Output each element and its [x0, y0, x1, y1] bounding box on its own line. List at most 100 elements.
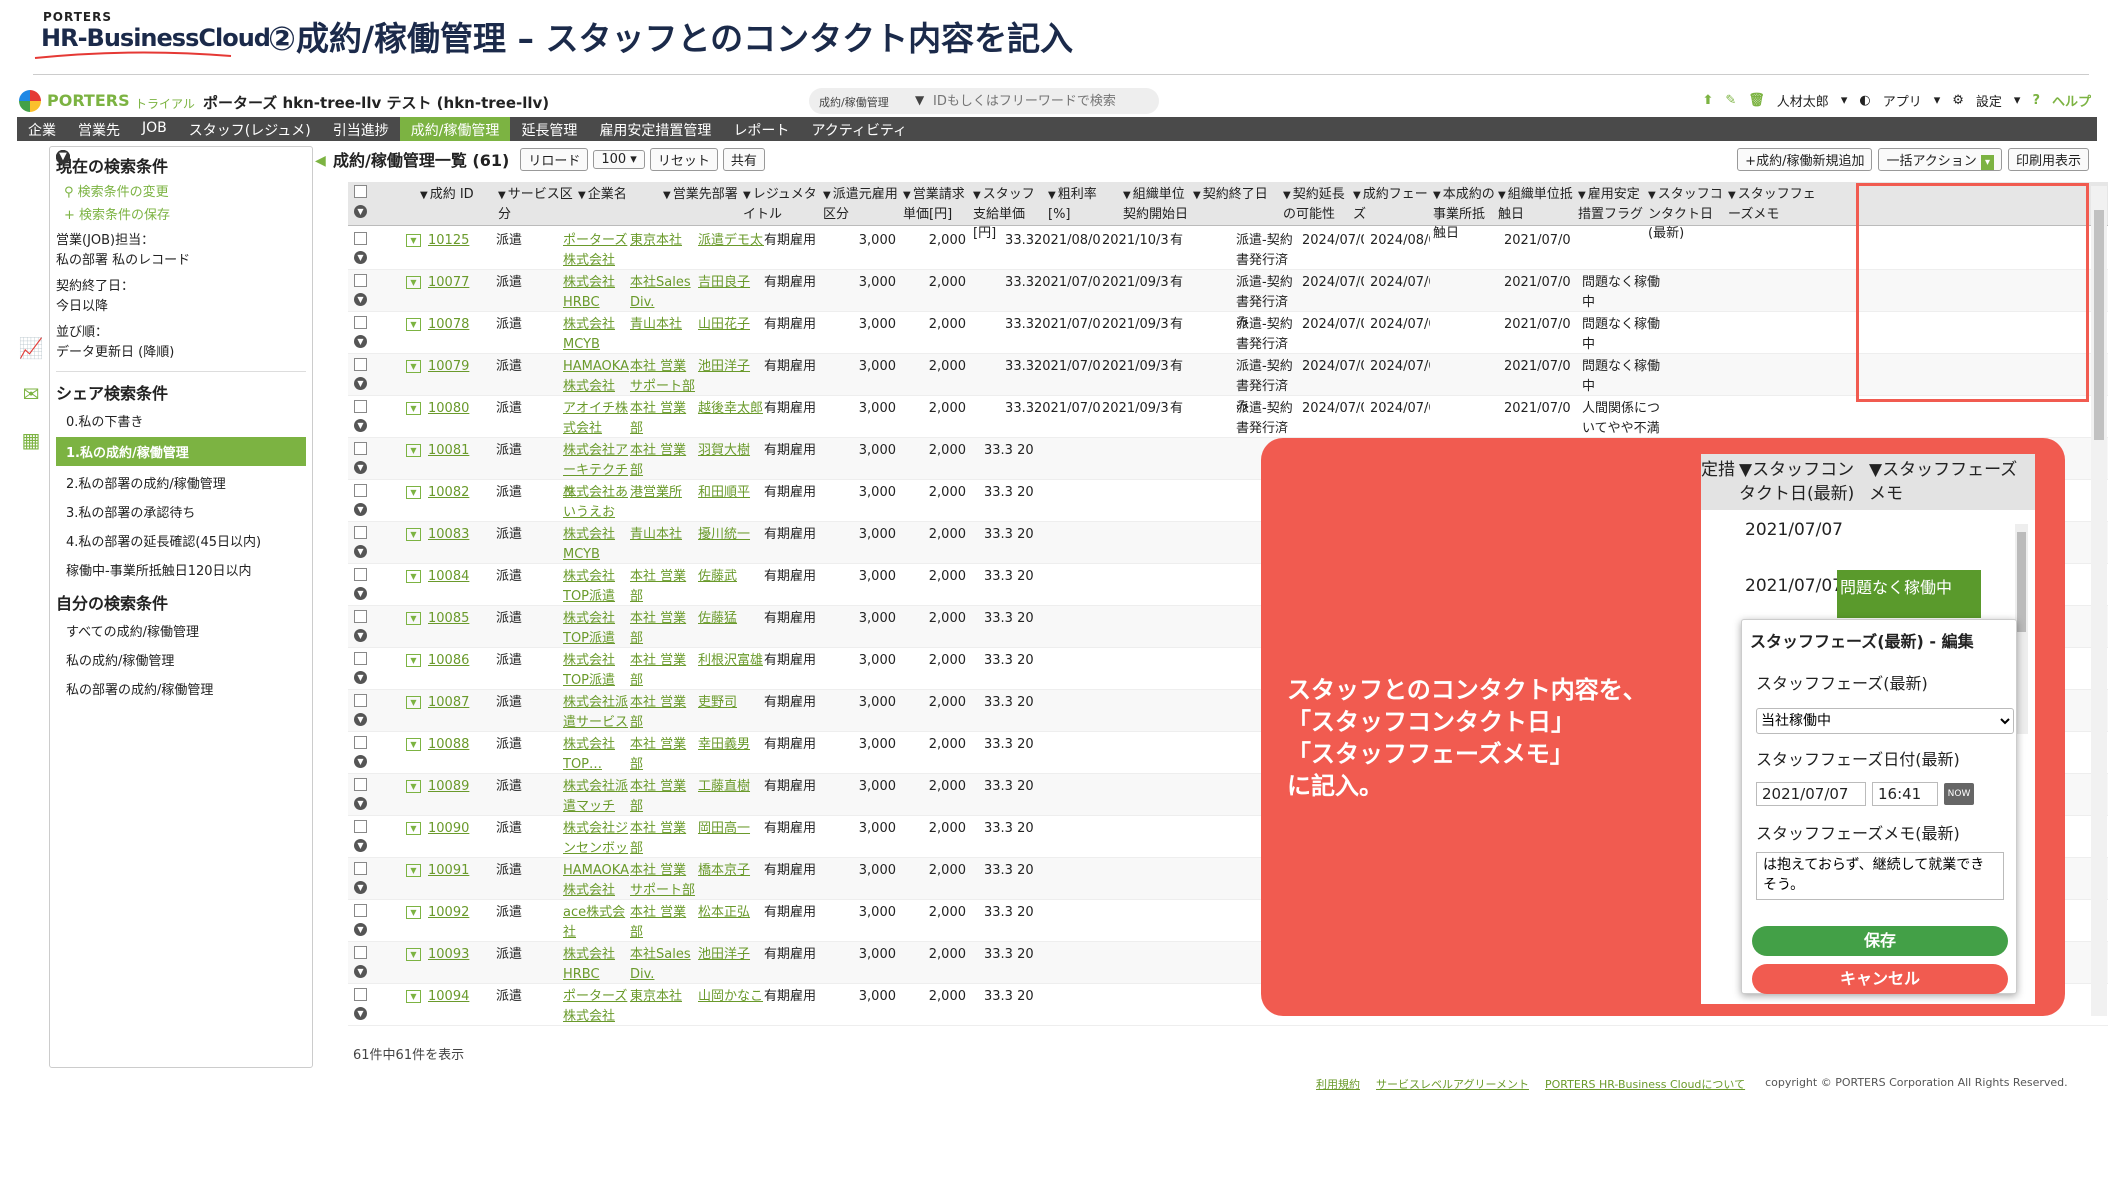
- column-header[interactable]: サービス区分: [498, 185, 576, 224]
- row-menu-icon[interactable]: ▼: [406, 780, 421, 793]
- contract-id-link[interactable]: 10085: [428, 609, 488, 628]
- chart-icon[interactable]: 📈: [17, 325, 45, 371]
- saved-search-item[interactable]: 3.私の部署の承認待ち: [50, 497, 312, 526]
- row-menu-icon[interactable]: ▼: [406, 906, 421, 919]
- contract-id-link[interactable]: 10080: [428, 399, 488, 418]
- column-header[interactable]: 営業請求単価[円]: [903, 185, 971, 224]
- column-header[interactable]: スタッフフェーズメモ: [1728, 185, 1818, 224]
- table-row[interactable]: ▼ ▼ 10077 派遣 株式会社HRBC 本社Sales Div. 吉田良子 有期雇用 3,0…: [348, 270, 2108, 330]
- department-link[interactable]: 本社 営業部: [630, 609, 696, 649]
- saved-search-item[interactable]: 2.私の部署の成約/稼働管理: [50, 468, 312, 497]
- company-link[interactable]: ポーターズ株式会社: [563, 231, 629, 271]
- contract-id-link[interactable]: 10088: [428, 735, 488, 754]
- row-menu-icon[interactable]: ▼: [406, 822, 421, 835]
- resume-link[interactable]: 橋本京子: [698, 861, 764, 880]
- save-button[interactable]: 保存: [1752, 926, 2008, 956]
- row-expand-icon[interactable]: ▼: [354, 335, 367, 348]
- row-expand-icon[interactable]: ▼: [354, 839, 367, 852]
- nav-activity[interactable]: アクティビティ: [800, 117, 918, 141]
- per-page-select[interactable]: 100 ▾: [593, 149, 645, 169]
- mail-icon[interactable]: ✉: [17, 371, 45, 417]
- row-menu-icon[interactable]: ▼: [406, 948, 421, 961]
- row-expand-icon[interactable]: ▼: [354, 713, 367, 726]
- column-header[interactable]: 企業名: [578, 185, 660, 205]
- settings-menu[interactable]: 設定: [1976, 91, 2002, 110]
- contract-id-link[interactable]: 10093: [428, 945, 488, 964]
- terms-link[interactable]: 利用規約: [1316, 1076, 1360, 1092]
- search-input[interactable]: [933, 91, 1143, 111]
- apps-icon[interactable]: ◐: [1859, 93, 1870, 108]
- department-link[interactable]: 本社 営業サポート部: [630, 357, 696, 397]
- save-conditions-link[interactable]: + 検索条件の保存: [50, 202, 312, 225]
- row-expand-icon[interactable]: ▼: [354, 881, 367, 894]
- add-contract-button[interactable]: +成約/稼働新規追加: [1737, 148, 1873, 171]
- search-category[interactable]: 成約/稼働管理: [819, 94, 889, 110]
- contract-id-link[interactable]: 10084: [428, 567, 488, 586]
- company-link[interactable]: 株式会社TOP…: [563, 735, 629, 775]
- row-checkbox[interactable]: [354, 736, 367, 749]
- resume-link[interactable]: 擾川統一: [698, 525, 764, 544]
- resume-link[interactable]: 山田花子: [698, 315, 764, 334]
- reset-button[interactable]: リセット: [649, 147, 718, 171]
- company-link[interactable]: アオイチ株式会社: [563, 399, 629, 439]
- column-header[interactable]: 契約終了日: [1193, 185, 1281, 205]
- resume-link[interactable]: 池田洋子: [698, 357, 764, 376]
- row-menu-icon[interactable]: ▼: [406, 990, 421, 1003]
- row-checkbox[interactable]: [354, 442, 367, 455]
- row-checkbox[interactable]: [354, 400, 367, 413]
- row-menu-icon[interactable]: ▼: [406, 402, 421, 415]
- resume-link[interactable]: 越後幸太郎: [698, 399, 764, 418]
- row-menu-icon[interactable]: ▼: [406, 360, 421, 373]
- contract-id-link[interactable]: 10094: [428, 987, 488, 1006]
- header-menu-icon[interactable]: ▼: [354, 205, 367, 218]
- own-search-item[interactable]: 私の成約/稼働管理: [50, 645, 312, 674]
- company-link[interactable]: 株式会社派遣サービス: [563, 693, 629, 733]
- department-link[interactable]: 本社 営業部: [630, 567, 696, 607]
- column-header[interactable]: 組織単位契約開始日: [1123, 185, 1191, 224]
- department-link[interactable]: 本社 営業部: [630, 399, 696, 439]
- phase-select[interactable]: 当社稼働中: [1756, 708, 2014, 734]
- row-menu-icon[interactable]: ▼: [406, 696, 421, 709]
- nav-progress[interactable]: 引当進捗: [322, 117, 400, 141]
- table-row[interactable]: ▼ ▼ 10080 派遣 アオイチ株式会社 本社 営業部 越後幸太郎 有期雇用 3,000 2,0…: [348, 396, 2108, 456]
- app-logo-text[interactable]: PORTERS: [47, 91, 130, 110]
- phase-time-input[interactable]: 16:41: [1872, 782, 1938, 806]
- company-link[interactable]: 株式会社MCYB: [563, 315, 629, 355]
- saved-search-item[interactable]: 稼働中-事業所抵触日120日以内: [50, 555, 312, 584]
- row-checkbox[interactable]: [354, 274, 367, 287]
- department-link[interactable]: 本社 営業部: [630, 903, 696, 943]
- row-menu-icon[interactable]: ▼: [406, 486, 421, 499]
- porters-logo-icon[interactable]: [19, 90, 41, 112]
- user-menu[interactable]: 人材太郎: [1777, 91, 1829, 110]
- row-menu-icon[interactable]: ▼: [406, 318, 421, 331]
- vertical-scrollbar[interactable]: [2091, 186, 2107, 1016]
- column-header[interactable]: 成約 ID: [420, 185, 490, 205]
- row-expand-icon[interactable]: ▼: [354, 545, 367, 558]
- department-link[interactable]: 青山本社: [630, 525, 696, 545]
- row-checkbox[interactable]: [354, 610, 367, 623]
- calendar-icon[interactable]: ▦: [17, 417, 45, 463]
- row-expand-icon[interactable]: ▼: [354, 419, 367, 432]
- nav-companies[interactable]: 企業: [17, 117, 67, 141]
- department-link[interactable]: 本社 営業部: [630, 777, 696, 817]
- row-checkbox[interactable]: [354, 694, 367, 707]
- select-all-checkbox[interactable]: [354, 185, 367, 198]
- row-menu-icon[interactable]: ▼: [406, 864, 421, 877]
- resume-link[interactable]: 羽賀大樹: [698, 441, 764, 460]
- resume-link[interactable]: 吉田良子: [698, 273, 764, 292]
- department-link[interactable]: 東京本社: [630, 231, 696, 251]
- chevron-down-icon[interactable]: ▼: [915, 93, 924, 107]
- row-menu-icon[interactable]: ▼: [406, 276, 421, 289]
- column-header[interactable]: 成約フェーズ: [1353, 185, 1431, 224]
- row-expand-icon[interactable]: ▼: [354, 251, 367, 264]
- company-link[interactable]: ace株式会社: [563, 903, 629, 943]
- phase-memo-textarea[interactable]: は抱えておらず、継続して就業できそう。: [1756, 852, 2004, 900]
- row-menu-icon[interactable]: ▼: [406, 528, 421, 541]
- row-checkbox[interactable]: [354, 946, 367, 959]
- row-checkbox[interactable]: [354, 904, 367, 917]
- column-header[interactable]: 営業先部署: [663, 185, 741, 205]
- row-checkbox[interactable]: [354, 232, 367, 245]
- help-link[interactable]: ヘルプ: [2052, 91, 2091, 110]
- department-link[interactable]: 本社Sales Div.: [630, 945, 696, 985]
- department-link[interactable]: 本社Sales Div.: [630, 273, 696, 313]
